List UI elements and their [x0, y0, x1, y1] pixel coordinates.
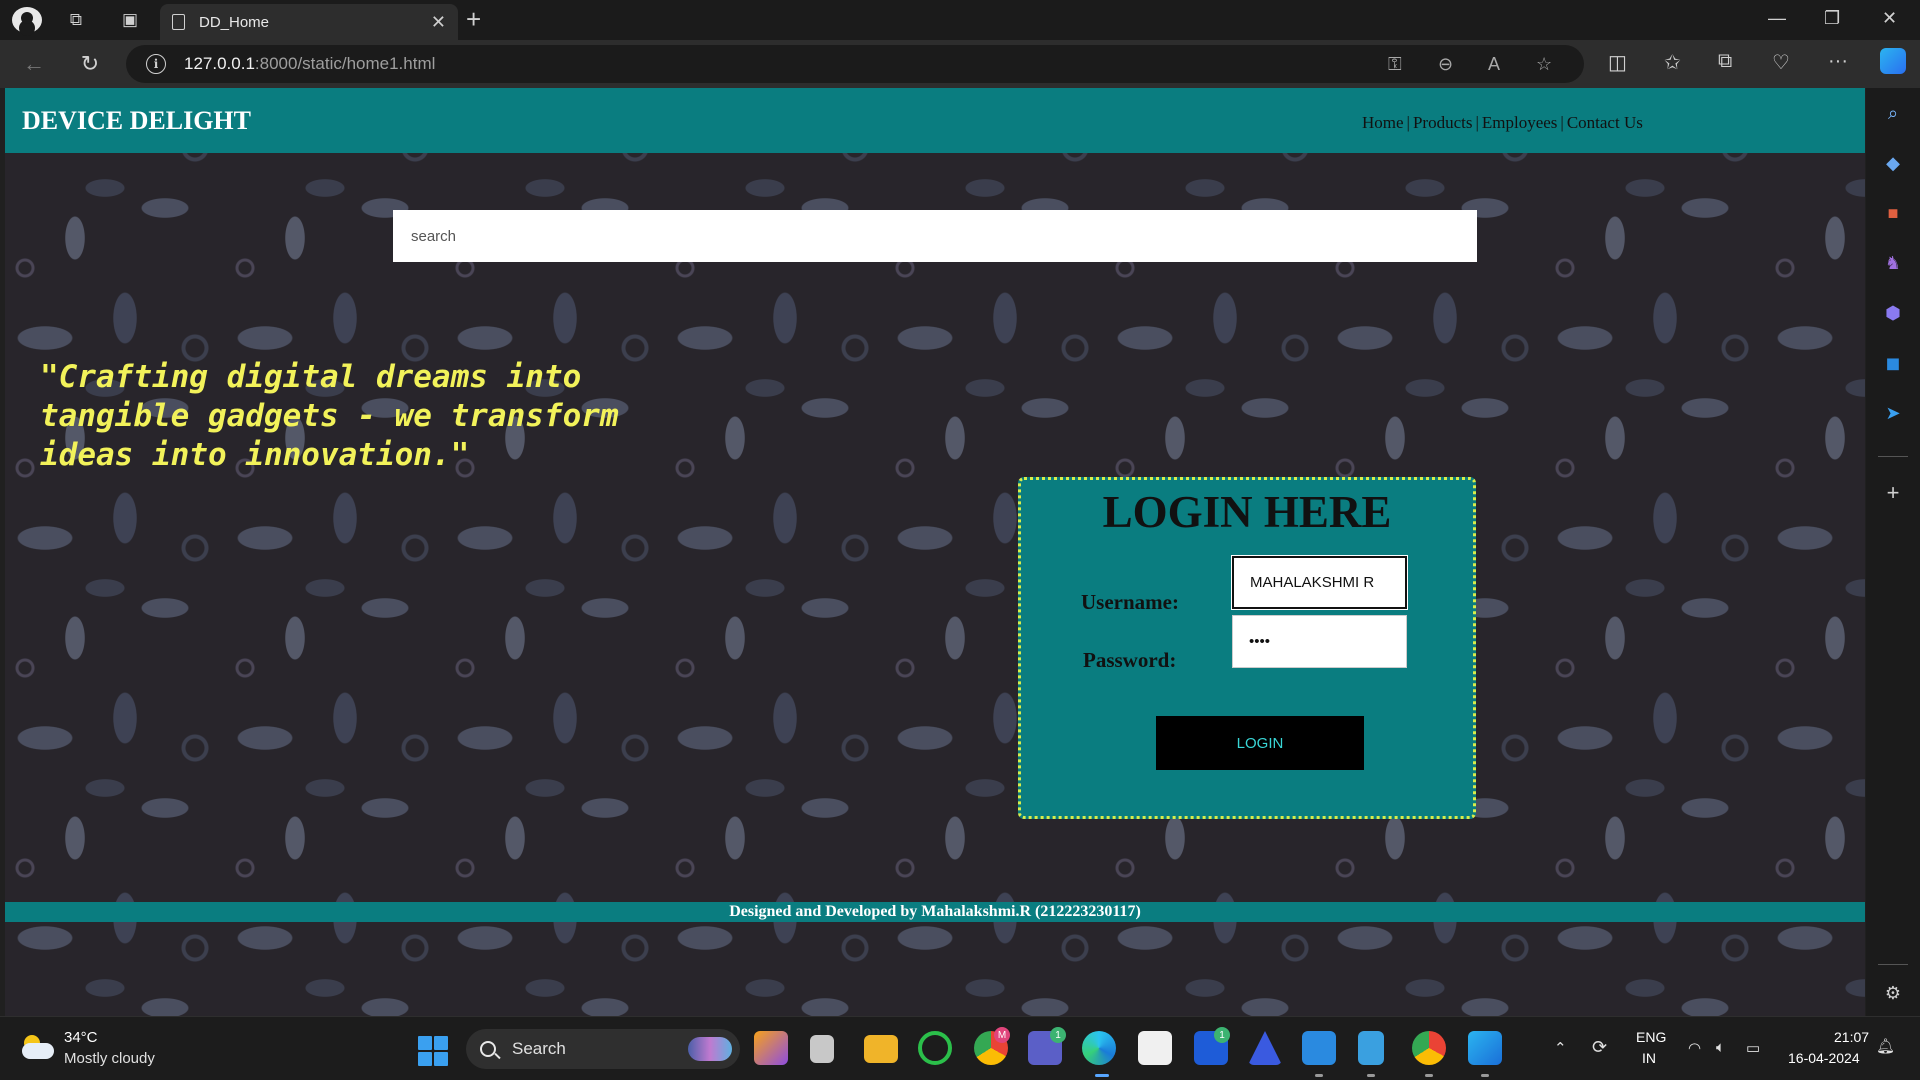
copilot-icon[interactable]: [1880, 48, 1906, 74]
nav-employees-link[interactable]: Employees: [1482, 113, 1558, 132]
page-viewport: DEVICE DELIGHT Home | Products | Employees | C…: [5, 88, 1865, 1016]
address-bar[interactable]: i 127.0.0.1:8000/static/home1.html ⚿ ⊖ A…: [126, 45, 1584, 83]
search-input[interactable]: [393, 210, 1477, 262]
tools-icon[interactable]: ■: [1880, 200, 1906, 226]
refresh-icon[interactable]: ↻: [76, 50, 104, 78]
task-view-icon[interactable]: [810, 1035, 834, 1063]
browser-tab-bar: ⧉ ▣ DD_Home ✕ + — ❐ ✕: [0, 0, 1920, 40]
region-indicator[interactable]: IN: [1642, 1050, 1656, 1066]
shopping-tag-icon[interactable]: ◆: [1880, 150, 1906, 176]
key-icon[interactable]: ⚿: [1388, 54, 1402, 75]
url-text[interactable]: 127.0.0.1:8000/static/home1.html: [184, 54, 435, 74]
search-icon[interactable]: ⌕: [1880, 100, 1906, 126]
weather-cloud-icon[interactable]: [20, 1035, 54, 1061]
nav-separator: |: [1475, 113, 1479, 132]
app-indicator: [1367, 1074, 1375, 1077]
add-icon[interactable]: +: [1880, 480, 1906, 506]
file-explorer-icon[interactable]: [864, 1035, 898, 1063]
login-panel: LOGIN HERE Username: Password: LOGIN: [1018, 477, 1476, 819]
read-aloud-icon[interactable]: A: [1488, 54, 1500, 75]
nav-home-link[interactable]: Home: [1362, 113, 1404, 132]
taskbar-search[interactable]: Search: [466, 1029, 740, 1069]
app-indicator: [1481, 1074, 1489, 1077]
username-label: Username:: [1081, 590, 1179, 614]
nav-products-link[interactable]: Products: [1413, 113, 1473, 132]
site-footer: Designed and Developed by Mahalakshmi.R …: [5, 902, 1865, 922]
site-info-icon[interactable]: i: [146, 54, 166, 74]
profile-icon[interactable]: [12, 7, 42, 33]
taskbar-search-label: Search: [512, 1039, 566, 1058]
store-icon[interactable]: [1138, 1031, 1172, 1065]
tagline-quote: "Crafting digital dreams into tangible g…: [40, 359, 619, 473]
browser-toolbar: ← ↻ i 127.0.0.1:8000/static/home1.html ⚿…: [0, 40, 1920, 88]
split-screen-icon[interactable]: ◫: [1608, 50, 1627, 75]
volume-icon[interactable]: 🔈︎: [1716, 1039, 1725, 1056]
minimize-button[interactable]: —: [1768, 8, 1786, 29]
copilot-sidebar-icon[interactable]: ⬢: [1880, 300, 1906, 326]
app-indicator: [1425, 1074, 1433, 1077]
login-button[interactable]: LOGIN: [1156, 716, 1364, 770]
weather-temperature[interactable]: 34°C: [64, 1029, 98, 1046]
chrome-icon[interactable]: [1412, 1031, 1446, 1065]
page-icon: [172, 14, 185, 30]
app-indicator: [1315, 1074, 1323, 1077]
username-field[interactable]: [1232, 556, 1407, 609]
site-brand[interactable]: DEVICE DELIGHT: [22, 106, 251, 136]
edge-sidebar: ⌕ ◆ ■ ♞ ⬢ ◼ ➤ + ⚙: [1866, 88, 1920, 1016]
settings-gear-icon[interactable]: ⚙: [1880, 980, 1906, 1006]
back-icon[interactable]: ←: [20, 50, 48, 78]
battery-icon[interactable]: ▭: [1746, 1039, 1760, 1057]
tab-title: DD_Home: [199, 13, 270, 31]
sidebar-divider: [1878, 964, 1908, 965]
password-label: Password:: [1083, 648, 1177, 672]
new-tab-button[interactable]: +: [466, 4, 481, 35]
password-field[interactable]: [1232, 615, 1407, 668]
vscode-icon[interactable]: [1302, 1031, 1336, 1065]
tab-close-icon[interactable]: ✕: [431, 12, 446, 33]
sync-icon[interactable]: ⟳: [1592, 1037, 1607, 1058]
notification-badge: 1: [1050, 1027, 1066, 1043]
language-indicator[interactable]: ENG: [1636, 1029, 1666, 1045]
app-icon[interactable]: [1248, 1031, 1282, 1065]
site-header: DEVICE DELIGHT Home | Products | Employees | C…: [5, 88, 1865, 153]
edge-icon[interactable]: [1082, 1031, 1116, 1065]
games-icon[interactable]: ♞: [1880, 250, 1906, 276]
collections-icon[interactable]: ⧉: [1718, 50, 1732, 73]
send-icon[interactable]: ➤: [1880, 400, 1906, 426]
workspaces-icon[interactable]: ⧉: [62, 6, 90, 34]
clock-time[interactable]: 21:07: [1834, 1029, 1869, 1045]
active-app-indicator: [1095, 1074, 1109, 1077]
nav-separator: |: [1406, 113, 1410, 132]
tab-actions-icon[interactable]: ▣: [116, 6, 144, 34]
clock-date[interactable]: 16-04-2024: [1788, 1050, 1860, 1066]
outlook-icon[interactable]: ◼: [1880, 350, 1906, 376]
favorites-icon[interactable]: ✩: [1664, 50, 1681, 75]
search-icon: [480, 1041, 496, 1057]
copilot-app-icon[interactable]: [754, 1031, 788, 1065]
notification-badge: 1: [1214, 1027, 1230, 1043]
search-highlight-image: [688, 1037, 732, 1061]
photos-icon[interactable]: [1468, 1031, 1502, 1065]
tab-dd-home[interactable]: DD_Home ✕: [160, 4, 458, 40]
notepad-icon[interactable]: [1358, 1031, 1384, 1065]
weather-description[interactable]: Mostly cloudy: [64, 1050, 155, 1067]
notification-badge: M: [994, 1027, 1010, 1043]
show-hidden-icons-chevron-icon[interactable]: ⌃: [1554, 1039, 1567, 1057]
login-title: LOGIN HERE: [1102, 487, 1392, 537]
nav-separator: |: [1560, 113, 1564, 132]
sync-app-icon[interactable]: [918, 1031, 952, 1065]
browser-essentials-icon[interactable]: ♡: [1772, 50, 1790, 75]
restore-button[interactable]: ❐: [1824, 8, 1840, 29]
favorite-star-icon[interactable]: ☆: [1536, 54, 1552, 75]
windows-taskbar: 34°C Mostly cloudy Search M 1 1 ⌃ ⟳ ENG …: [0, 1016, 1920, 1080]
wifi-icon[interactable]: ◠: [1688, 1039, 1701, 1057]
site-nav: Home | Products | Employees | Contact Us: [1362, 113, 1643, 133]
close-window-button[interactable]: ✕: [1882, 8, 1897, 29]
nav-contact-link[interactable]: Contact Us: [1567, 113, 1643, 132]
start-button[interactable]: [418, 1036, 448, 1066]
zoom-icon[interactable]: ⊖: [1438, 54, 1453, 75]
sidebar-divider: [1878, 456, 1908, 457]
notification-bell-icon[interactable]: 🔔︎: [1876, 1037, 1895, 1055]
more-options-icon[interactable]: ···: [1828, 50, 1848, 73]
